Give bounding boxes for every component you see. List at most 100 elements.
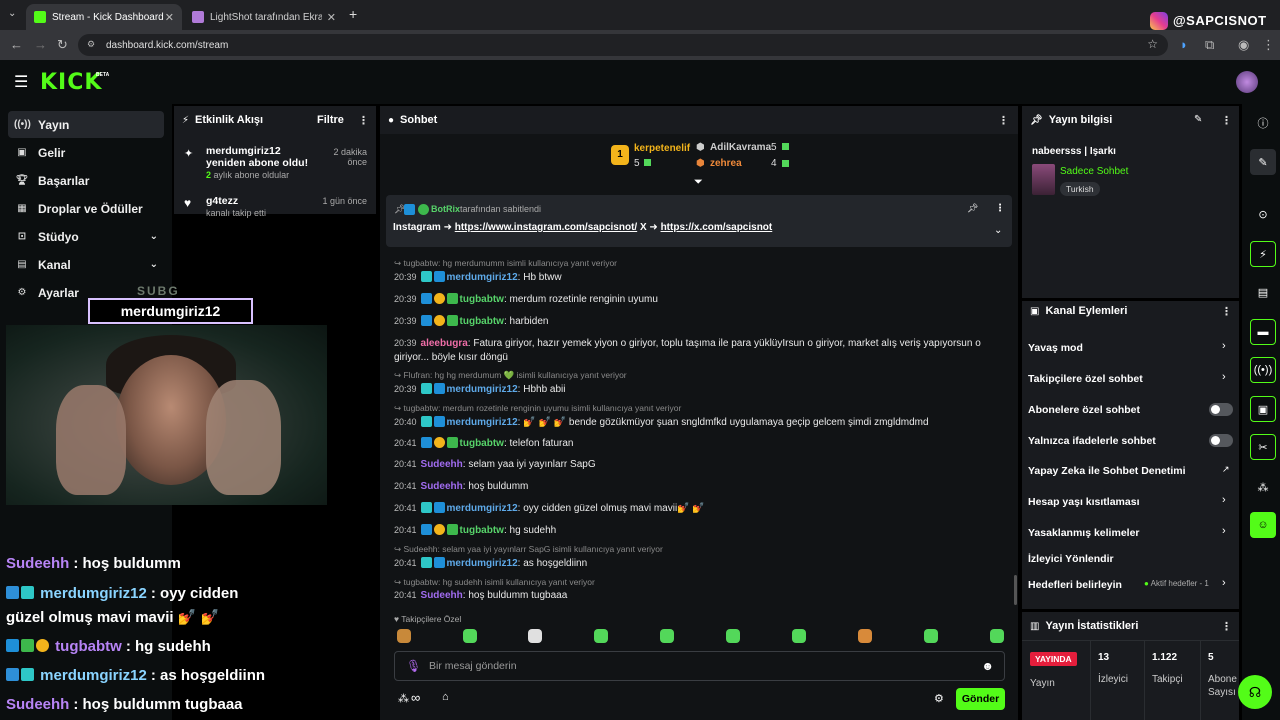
info-icon[interactable]: ⓘ [1250,110,1276,136]
category-thumbnail[interactable] [1032,164,1055,195]
kebab-menu-icon[interactable]: ⋮ [1221,620,1232,633]
chat-message-input[interactable]: 🎙︎ Bir mesaj gönderin ☻ [394,651,1005,681]
leader-name[interactable]: AdilKavrama [710,142,771,153]
chat-settings-gear-icon[interactable]: ⚙ [934,692,944,705]
emote-icon[interactable] [726,629,740,643]
kebab-menu-icon[interactable]: ⋮ [1221,114,1232,127]
avatar-shortcut-icon[interactable]: ☺ [1250,512,1276,538]
chat-scrollbar[interactable] [1014,575,1017,605]
action-slow-mode[interactable]: Yavaş mod [1028,342,1083,354]
msg-username[interactable]: tugbabtw [460,525,504,536]
chevron-right-icon[interactable]: › [1222,494,1226,506]
close-tab-icon[interactable]: ✕ [165,11,174,24]
site-info-icon[interactable]: ⚙ [87,39,95,50]
support-headset-icon[interactable]: ☊ [1238,675,1272,709]
chevron-right-icon[interactable]: › [1222,340,1226,352]
leader-name[interactable]: zehrea [710,158,742,169]
kick-logo[interactable]: KICK [40,70,102,95]
store-icon[interactable]: ⌂ [442,691,449,703]
msg-username[interactable]: tugbabtw [460,316,504,327]
action-goals[interactable]: Hedefleri belirleyin [1028,579,1122,591]
emote-icon[interactable] [660,629,674,643]
send-button[interactable]: Gönder [956,688,1005,710]
msg-username[interactable]: Sudeehh [421,481,463,492]
kebab-menu-icon[interactable]: ⋮ [358,114,369,127]
target-icon[interactable]: ⊙ [1250,201,1276,227]
msg-username[interactable]: merdumgiriz12 [447,417,518,428]
msg-username[interactable]: Sudeehh [421,590,463,601]
msg-username[interactable]: aleebugra [421,338,468,349]
msg-username[interactable]: merdumgiriz12 [447,503,518,514]
pinned-by-user[interactable]: BotRix [431,204,460,214]
action-banned-words[interactable]: Yasaklanmış kelimeler [1028,527,1140,539]
broadcast-icon[interactable]: ((•)) [1250,357,1276,383]
msg-username[interactable]: merdumgiriz12 [447,384,518,395]
tab-lightshot[interactable]: LightShot tarafından Ekran Gör ✕ [184,4,344,30]
action-followers-only[interactable]: Takipçilere özel sohbet [1028,373,1143,385]
action-host[interactable]: İzleyici Yönlendir [1028,553,1114,565]
bookmark-star-icon[interactable]: ☆ [1147,37,1158,51]
chevron-right-icon[interactable]: › [1222,525,1226,537]
document-icon[interactable]: ▤ [1250,279,1276,305]
msg-username[interactable]: tugbabtw [460,438,504,449]
kebab-menu-icon[interactable]: ⋮ [995,203,1005,214]
sidebar-item-yayin[interactable]: ((•)) Yayın [8,111,164,138]
back-icon[interactable]: ← [10,37,23,53]
msg-username[interactable]: Sudeehh [421,459,463,470]
tab-kick-dashboard[interactable]: Stream - Kick Dashboard ✕ [26,4,182,30]
emotes-only-toggle[interactable] [1209,434,1233,447]
filter-button[interactable]: Filtre [317,114,344,126]
close-tab-icon[interactable]: ✕ [327,11,336,24]
puzzle-icon[interactable]: ⧉ [1205,37,1214,53]
kick-points-icon[interactable]: ⁂ [398,692,409,705]
microphone-icon[interactable]: 🎙︎ [406,659,421,673]
lightning-icon[interactable]: ⚡︎ [1250,241,1276,267]
subscribers-only-toggle[interactable] [1209,403,1233,416]
sidebar-item-kanal[interactable]: ▤ Kanal ⌄ [8,251,164,278]
chat-bubble-icon[interactable]: ▬ [1250,319,1276,345]
external-link-icon[interactable]: ↗ [1222,464,1230,475]
kick-points-icon[interactable]: ⁂ [1250,474,1276,500]
profile-icon[interactable]: ◉ [1238,37,1249,53]
extension-icon[interactable]: ◗ [1180,37,1188,53]
forward-icon[interactable]: → [34,37,47,53]
emote-icon[interactable] [792,629,806,643]
toolbox-icon[interactable]: ▣ [1250,396,1276,422]
emote-icon[interactable] [463,629,477,643]
chevron-down-icon[interactable]: ⌄ [994,225,1002,236]
msg-username[interactable]: merdumgiriz12 [447,558,518,569]
emote-icon[interactable] [528,629,542,643]
emote-icon[interactable] [397,629,411,643]
action-account-age[interactable]: Hesap yaşı kısıtlaması [1028,496,1140,508]
emote-icon[interactable] [990,629,1004,643]
chevron-right-icon[interactable]: › [1222,577,1226,589]
emote-icon[interactable] [594,629,608,643]
msg-username[interactable]: tugbabtw [460,294,504,305]
collapse-leaderboard-icon[interactable]: ⏷ [694,176,703,189]
kebab-menu-icon[interactable]: ⋮ [1221,305,1232,318]
edit-pencil-icon[interactable]: ✎ [1194,114,1202,125]
emote-icon[interactable] [924,629,938,643]
emote-icon[interactable] [858,629,872,643]
hamburger-menu-icon[interactable]: ☰ [14,72,28,92]
chevron-right-icon[interactable]: › [1222,371,1226,383]
leader-name[interactable]: kerpetenelif [634,143,690,154]
new-tab-icon[interactable]: + [349,6,357,22]
reload-icon[interactable]: ↻ [57,37,68,53]
user-avatar[interactable] [1236,71,1258,93]
msg-username[interactable]: merdumgiriz12 [447,272,518,283]
address-bar[interactable]: ⚙ dashboard.kick.com/stream ☆ [78,34,1168,56]
menu-dots-icon[interactable]: ⋮ [1262,37,1275,53]
wrench-icon[interactable]: ✂ [1250,434,1276,460]
action-ai-moderation[interactable]: Yapay Zeka ile Sohbet Denetimi [1028,465,1186,477]
emoji-picker-icon[interactable]: ☻ [981,659,994,673]
sidebar-item-gelir[interactable]: ▣ Gelir [8,139,164,166]
unpin-icon[interactable]: 📌︎ [967,203,978,214]
sidebar-item-studyo[interactable]: ⊡ Stüdyo ⌄ [8,223,164,250]
stream-category[interactable]: Sadece Sohbet [1060,166,1128,177]
x-link[interactable]: https://x.com/sapcisnot [661,222,773,233]
sidebar-item-basarilar[interactable]: 🏆︎ Başarılar [8,167,164,194]
kebab-menu-icon[interactable]: ⋮ [998,114,1009,127]
tab-list-icon[interactable]: ⌄ [8,8,16,19]
sidebar-item-droplar[interactable]: ▦ Droplar ve Ödüller [8,195,164,222]
